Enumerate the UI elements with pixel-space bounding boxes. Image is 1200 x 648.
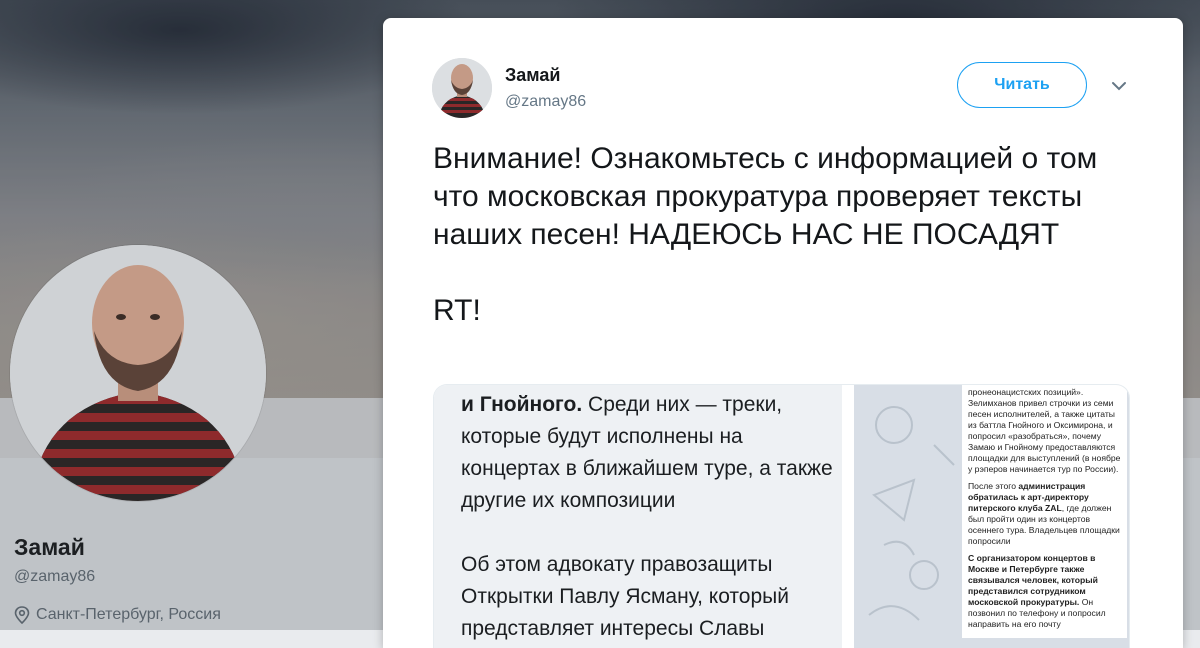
- profile-name[interactable]: Замай: [14, 534, 85, 561]
- media-screenshot-left: и Гнойного. Среди них — треки, которые б…: [434, 385, 842, 648]
- profile-handle: @zamay86: [14, 568, 96, 585]
- profile-location: Санкт-Петербург, Россия: [14, 606, 221, 624]
- location-text: Санкт-Петербург, Россия: [36, 606, 221, 623]
- tweet-text: Внимание! Ознакомьтесь с информацией о т…: [433, 142, 1098, 327]
- tweet-author-name[interactable]: Замай: [505, 65, 560, 86]
- follow-button[interactable]: Читать: [957, 62, 1087, 108]
- chat-message: пронеонацистских позиций». Зелимханов пр…: [962, 385, 1127, 638]
- media-left-text: и Гнойного. Среди них — треки, которые б…: [461, 393, 833, 640]
- chevron-down-icon[interactable]: [1109, 76, 1129, 96]
- media-screenshot-right: пронеонацистских позиций». Зелимханов пр…: [854, 385, 1129, 648]
- tweet-author-avatar[interactable]: [432, 58, 492, 118]
- profile-avatar[interactable]: [10, 245, 266, 501]
- tweet-author-handle[interactable]: @zamay86: [505, 93, 586, 111]
- location-pin-icon: [14, 606, 30, 624]
- tweet-media[interactable]: и Гнойного. Среди них — треки, которые б…: [433, 384, 1130, 648]
- tweet-card: Замай @zamay86 Читать Внимание! Ознакомь…: [383, 18, 1183, 648]
